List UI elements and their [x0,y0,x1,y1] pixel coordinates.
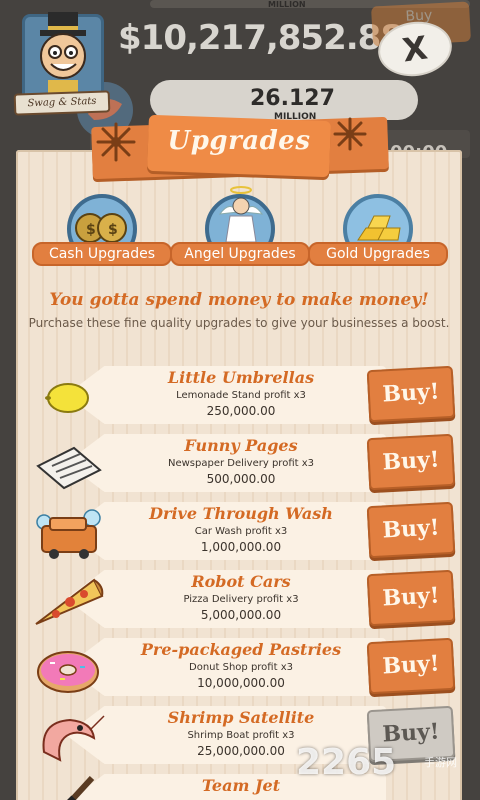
avatar-label: Swag & Stats [13,90,111,116]
buy-button[interactable]: Buy! [366,501,456,559]
svg-text:$: $ [108,222,118,238]
capitalist-avatar-icon [40,12,86,96]
upgrade-price: 1,000,000.00 [200,540,282,554]
shrimp-icon [42,715,105,762]
panel-title: Upgrades [167,126,311,156]
newspaper-icon [36,446,102,490]
bg-business-counter: 26.127 [250,86,335,111]
angel-icon [218,186,264,243]
upgrade-row: Robot Cars Pizza Delivery profit x3 5,00… [0,569,480,634]
upgrade-price: 10,000,000.00 [197,676,285,690]
upgrade-price: 5,000,000.00 [200,608,282,622]
upgrade-row: Pre-packaged Pastries Donut Shop profit … [0,637,480,702]
svg-text:$: $ [86,222,96,238]
sparkle-right-icon [333,117,367,151]
sparkle-left-icon [96,122,136,162]
money-bags-icon: $ $ [75,213,127,243]
upgrade-desc: Newspaper Delivery profit x3 [167,458,314,469]
tab-gold-label: Gold Upgrades [308,242,448,266]
swag-stats-button[interactable]: Swag & Stats [13,12,111,116]
donut-icon [37,651,99,693]
pizza-icon [35,578,104,625]
tab-cash-label: Cash Upgrades [32,242,172,266]
upgrade-name: Funny Pages [184,436,298,455]
upgrade-name: Robot Cars [191,572,291,591]
panel-subline: Purchase these fine quality upgrades to … [28,316,450,330]
tab-angel-label: Angel Upgrades [170,242,310,266]
upgrade-desc: Lemonade Stand profit x3 [176,390,306,401]
buy-button[interactable]: Buy! [366,365,456,423]
lemon-icon [45,383,89,413]
tab-angel-upgrades[interactable]: Angel Upgrades [170,186,310,272]
upgrade-row: Little Umbrellas Lemonade Stand profit x… [0,365,480,430]
watermark-sub: 手游网 [424,756,457,769]
tab-cash-upgrades[interactable]: $ $ Cash Upgrades [32,194,172,272]
upgrade-name: Shrimp Satellite [167,708,315,727]
upgrade-row: Drive Through Wash Car Wash profit x3 1,… [0,501,480,566]
gold-bars-icon [357,215,401,241]
watermark-logo: 2265 [296,742,397,783]
upgrade-name: Pre-packaged Pastries [140,640,342,659]
upgrade-price: 250,000.00 [206,404,276,418]
tab-gold-upgrades[interactable]: Gold Upgrades [308,194,448,272]
hockey-stick-icon [67,776,95,800]
buy-button[interactable]: Buy! [366,569,456,627]
upgrade-name: Drive Through Wash [149,504,333,523]
car-wash-icon [36,509,101,559]
upgrade-row: Team Jet [0,774,480,800]
upgrade-name: Little Umbrellas [167,368,315,387]
bg-top-counter-unit: MILLION [268,0,306,9]
upgrade-desc: Car Wash profit x3 [194,526,288,537]
upgrade-desc: Pizza Delivery profit x3 [183,594,299,605]
upgrade-desc: Donut Shop profit x3 [189,662,293,673]
upgrade-row: Shrimp Satellite Shrimp Boat profit x3 2… [0,705,480,770]
upgrade-row: Funny Pages Newspaper Delivery profit x3… [0,433,480,498]
upgrade-price: 500,000.00 [206,472,276,486]
buy-button[interactable]: Buy! [366,433,456,491]
money-counter: $10,217,852.88 [118,18,404,58]
panel-tagline: You gotta spend money to make money! [49,290,429,310]
upgrade-desc: Shrimp Boat profit x3 [187,730,295,741]
buy-button[interactable]: Buy! [366,637,456,695]
